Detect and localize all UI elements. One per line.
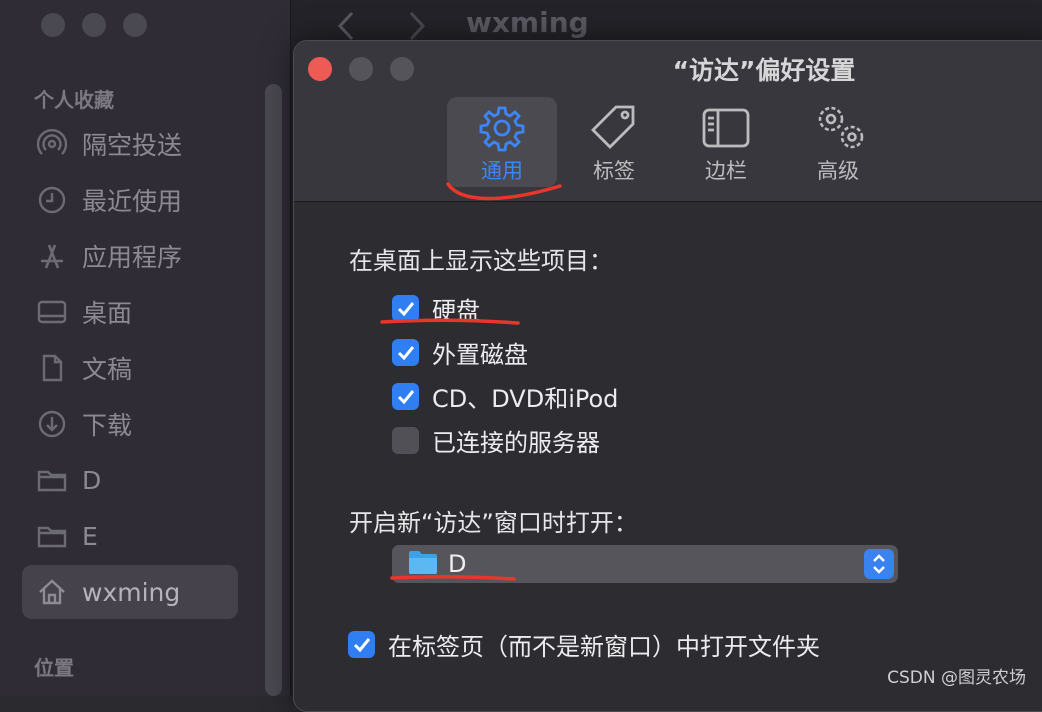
checkbox-checked[interactable] [348,631,375,658]
finder-zoom-button[interactable] [123,13,147,37]
desktop-items-heading: 在桌面上显示这些项目： [349,247,613,275]
finder-close-button[interactable] [41,13,65,37]
desktop-icon [37,297,67,327]
checkbox-label: 在标签页（而不是新窗口）中打开文件夹 [388,633,820,661]
tab-general[interactable]: 通用 [447,97,557,187]
gear-icon [477,103,527,153]
tab-tags[interactable]: 标签 [559,97,669,187]
applications-icon [37,241,67,271]
sidebar-item-airdrop[interactable]: 隔空投送 [22,117,238,171]
sidebar-item-label: 桌面 [82,299,133,328]
checkbox-label: 硬盘 [432,297,480,325]
tag-icon [589,103,639,153]
sidebar-item-label: E [82,521,98,551]
sidebar-icon [701,103,751,153]
hard-disks-checkbox-row[interactable]: 硬盘 [392,291,480,326]
sidebar-item-downloads[interactable]: 下载 [22,397,238,451]
sidebar-item-label: 文稿 [82,355,133,384]
finder-window-title: wxming [466,6,589,39]
sidebar-item-label: D [82,465,102,495]
locations-section-label: 位置 [34,656,74,680]
favorites-section-label: 个人收藏 [34,88,114,112]
checkbox-unchecked[interactable] [392,427,419,454]
sidebar-item-label: 隔空投送 [82,131,183,160]
sidebar-item-documents[interactable]: 文稿 [22,341,238,395]
tab-label: 通用 [481,159,523,183]
checkbox-checked[interactable] [392,295,419,322]
sidebar-item-label: wxming [82,577,181,607]
checkbox-label: 已连接的服务器 [432,429,600,457]
sidebar-item-recents[interactable]: 最近使用 [22,173,238,227]
sidebar-item-applications[interactable]: 应用程序 [22,229,238,283]
sidebar-item-home[interactable]: wxming [22,565,238,619]
sidebar-item-label: 最近使用 [82,187,183,216]
finder-sidebar: 个人收藏 隔空投送 最近使用 应用程序 桌面 文稿 下载 D E wxming … [0,0,291,696]
open-in-tabs-checkbox-row[interactable]: 在标签页（而不是新窗口）中打开文件夹 [348,627,820,662]
sidebar-item-folder-d[interactable]: D [22,453,238,507]
folder-icon [37,465,67,495]
sidebar-item-folder-e[interactable]: E [22,509,238,563]
airdrop-icon [37,129,67,159]
new-window-target-popup[interactable]: D [392,545,898,583]
connected-servers-checkbox-row[interactable]: 已连接的服务器 [392,423,600,458]
finder-preferences-window: “访达”偏好设置 通用 标签 边栏 高级 在桌面上显示这些项目： 硬盘 外置磁盘… [293,40,1042,712]
chevron-updown-icon[interactable] [864,549,894,579]
finder-window-controls [41,13,147,37]
tab-label: 高级 [817,159,859,183]
home-icon [37,577,67,607]
cds-dvds-ipods-checkbox-row[interactable]: CD、DVD和iPod [392,379,618,414]
sidebar-item-desktop[interactable]: 桌面 [22,285,238,339]
external-disks-checkbox-row[interactable]: 外置磁盘 [392,335,528,370]
tab-label: 边栏 [705,159,747,183]
checkbox-checked[interactable] [392,339,419,366]
popup-value: D [448,550,467,578]
tab-advanced[interactable]: 高级 [783,97,893,187]
preferences-toolbar: “访达”偏好设置 通用 标签 边栏 高级 [294,41,1042,202]
download-icon [37,409,67,439]
preferences-title: “访达”偏好设置 [672,56,856,85]
document-icon [37,353,67,383]
checkbox-checked[interactable] [392,383,419,410]
folder-icon [408,549,438,579]
finder-minimize-button[interactable] [82,13,106,37]
tab-sidebar[interactable]: 边栏 [671,97,781,187]
new-window-heading: 开启新“访达”窗口时打开： [349,509,638,537]
clock-icon [37,185,67,215]
gears-icon [813,103,864,153]
watermark-text: CSDN @图灵农场 [887,668,1026,688]
sidebar-scrollbar[interactable] [265,84,282,696]
checkbox-label: 外置磁盘 [432,341,528,369]
folder-icon [37,521,67,551]
sidebar-item-label: 下载 [82,411,133,440]
checkbox-label: CD、DVD和iPod [432,385,619,413]
tab-label: 标签 [593,159,635,183]
sidebar-item-label: 应用程序 [82,243,183,272]
